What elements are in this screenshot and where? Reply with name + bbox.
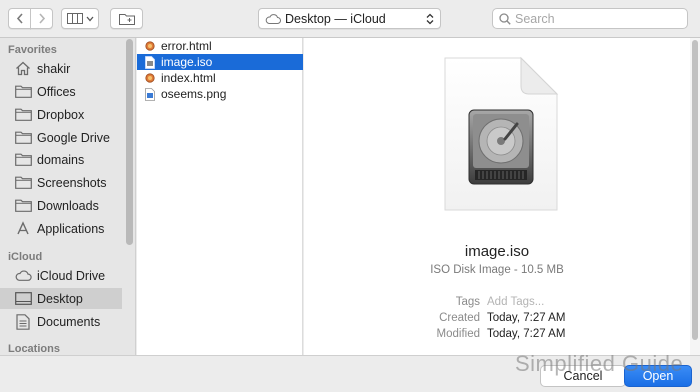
file-row[interactable]: error.html	[137, 38, 303, 54]
chevron-down-icon	[86, 16, 93, 21]
sidebar-item-label: Desktop	[37, 291, 83, 306]
sidebar-item-label: Applications	[37, 221, 105, 236]
sidebar-item-dropbox[interactable]: Dropbox	[0, 104, 122, 125]
file-name: oseems.png	[161, 87, 227, 101]
file-row[interactable]: index.html	[137, 70, 303, 86]
location-label: Desktop — iCloud	[285, 11, 386, 26]
preview-scrollbar[interactable]	[690, 38, 700, 355]
back-button[interactable]	[8, 8, 31, 29]
search-icon	[499, 12, 511, 25]
folder-icon	[14, 130, 32, 146]
disk-image-icon	[444, 56, 559, 211]
sidebar-item-label: domains	[37, 152, 85, 167]
sidebar-item-label: Documents	[37, 314, 101, 329]
sidebar-item-shakir[interactable]: shakir	[0, 58, 122, 79]
sidebar-heading-favorites: Favorites	[8, 44, 57, 56]
sidebar-item-label: Downloads	[37, 198, 99, 213]
preview-pane: image.iso ISO Disk Image - 10.5 MB Tags …	[304, 38, 690, 355]
created-value: Today, 7:27 AM	[487, 312, 566, 324]
html-file-icon	[144, 71, 156, 85]
preview-file-kind: ISO Disk Image - 10.5 MB	[430, 264, 564, 276]
folder-icon	[14, 152, 32, 168]
png-file-icon	[144, 87, 156, 101]
created-label: Created	[439, 312, 480, 324]
sidebar-item-documents[interactable]: Documents	[0, 311, 122, 332]
preview-file-name: image.iso	[464, 243, 530, 260]
sidebar-item-label: Dropbox	[37, 107, 85, 122]
watermark: Simplified Guide	[515, 351, 684, 376]
desktop-icon	[14, 291, 32, 307]
sidebar-item-icloud-drive[interactable]: iCloud Drive	[0, 265, 122, 286]
modified-value: Today, 7:27 AM	[487, 328, 566, 340]
cloud-icon	[14, 268, 32, 284]
sidebar-item-label: iCloud Drive	[37, 268, 106, 283]
file-row[interactable]: oseems.png	[137, 86, 303, 102]
sidebar-item-screenshots[interactable]: Screenshots	[0, 172, 122, 193]
new-folder-button[interactable]	[110, 8, 143, 29]
sidebar-item-google-drive[interactable]: Google Drive	[0, 127, 122, 148]
new-folder-icon	[118, 13, 135, 25]
sidebar-heading-icloud: iCloud	[8, 251, 43, 263]
modified-label: Modified	[436, 328, 480, 340]
folder-icon	[14, 198, 32, 214]
folder-icon	[14, 107, 32, 123]
chevron-right-icon	[38, 13, 45, 24]
sidebar-item-applications[interactable]: Applications	[0, 218, 122, 239]
cloud-icon	[265, 13, 281, 24]
toolbar: Desktop — iCloud	[0, 0, 700, 38]
location-popup[interactable]: Desktop — iCloud	[258, 8, 441, 29]
home-icon	[14, 61, 32, 77]
file-list: error.html image.iso index.html oseems.p…	[137, 38, 303, 355]
tags-label: Tags	[455, 296, 480, 308]
file-name: image.iso	[161, 55, 213, 69]
columns-view-icon	[66, 13, 83, 24]
folder-icon	[14, 175, 32, 191]
documents-icon	[14, 313, 32, 330]
iso-file-icon	[144, 55, 156, 69]
chevron-left-icon	[16, 13, 23, 24]
sidebar: Favorites shakir Offices Dropbox Google …	[0, 38, 136, 355]
sidebar-scrollbar[interactable]	[126, 39, 133, 245]
sidebar-item-label: Screenshots	[37, 175, 107, 190]
sidebar-item-offices[interactable]: Offices	[0, 81, 122, 102]
sidebar-item-desktop[interactable]: Desktop	[0, 288, 122, 309]
sidebar-item-downloads[interactable]: Downloads	[0, 195, 122, 216]
applications-icon	[14, 220, 32, 237]
updown-chevron-icon	[426, 13, 434, 25]
view-mode-button[interactable]	[61, 8, 99, 29]
tags-field[interactable]: Add Tags...	[487, 296, 544, 308]
file-name: error.html	[161, 39, 212, 53]
file-name: index.html	[161, 71, 216, 85]
sidebar-item-label: Offices	[37, 84, 76, 99]
sidebar-heading-locations: Locations	[8, 343, 60, 355]
sidebar-item-label: Google Drive	[37, 130, 110, 145]
folder-icon	[14, 84, 32, 100]
sidebar-item-domains[interactable]: domains	[0, 149, 122, 170]
search-field[interactable]	[492, 8, 688, 29]
search-input[interactable]	[515, 11, 675, 26]
file-row[interactable]: image.iso	[137, 54, 303, 70]
sidebar-item-label: shakir	[37, 61, 71, 76]
forward-button[interactable]	[30, 8, 53, 29]
scrollbar-thumb[interactable]	[692, 40, 698, 340]
html-file-icon	[144, 39, 156, 53]
